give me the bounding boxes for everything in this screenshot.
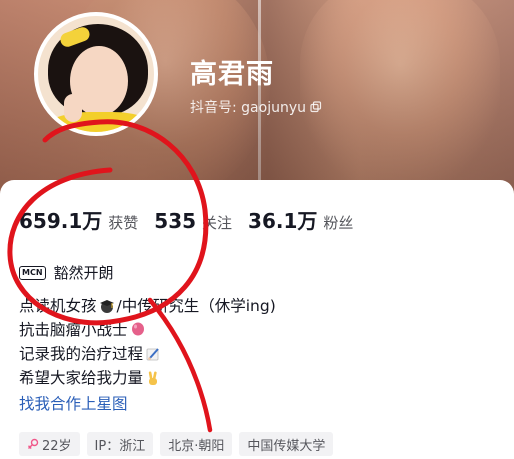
following-label[interactable]: 关注 [202,212,232,233]
writing-hand-emoji-icon [146,348,159,361]
bio-line: 点读机女孩 /中传研究生（休学ing) [19,297,276,315]
business-link[interactable]: 找我合作上星图 [19,392,276,416]
copy-icon[interactable] [310,101,322,113]
mcn-row[interactable]: MCN 豁然开朗 [19,262,114,283]
tag-school[interactable]: 中国传媒大学 [239,432,334,456]
bio-line: 抗击脑瘤小战士 [19,318,276,342]
mcn-badge: MCN [19,265,46,280]
profile-name: 高君雨 [190,59,274,90]
victory-hand-emoji-icon [148,371,158,385]
following-count[interactable]: 535 [154,209,196,233]
douyin-id[interactable]: 抖音号: gaojunyu [190,97,322,117]
balloon-emoji-icon [131,322,144,336]
profile-stats: 659.1万 获赞 535 关注 36.1万 粉丝 [19,205,369,234]
bio-line: 希望大家给我力量 [19,366,276,390]
likes-count[interactable]: 659.1万 [19,205,102,234]
mcn-name: 豁然开朗 [53,264,114,282]
graduation-cap-emoji-icon [99,300,114,313]
profile-tags: 22岁 IP：浙江 北京·朝阳 中国传媒大学 [19,432,334,456]
followers-count[interactable]: 36.1万 [248,205,317,234]
douyin-id-text: 抖音号: gaojunyu [190,100,306,116]
followers-label[interactable]: 粉丝 [323,212,353,233]
profile-bio: 点读机女孩 /中传研究生（休学ing) 抗击脑瘤小战士 记录我的治疗过程 希望大… [19,294,276,416]
bio-line: 记录我的治疗过程 [19,342,276,366]
avatar[interactable] [34,12,158,136]
likes-label[interactable]: 获赞 [108,212,138,233]
tag-location[interactable]: 北京·朝阳 [160,432,233,456]
tag-age[interactable]: 22岁 [19,432,80,456]
tag-ip[interactable]: IP：浙江 [86,432,154,456]
female-icon [28,438,39,449]
